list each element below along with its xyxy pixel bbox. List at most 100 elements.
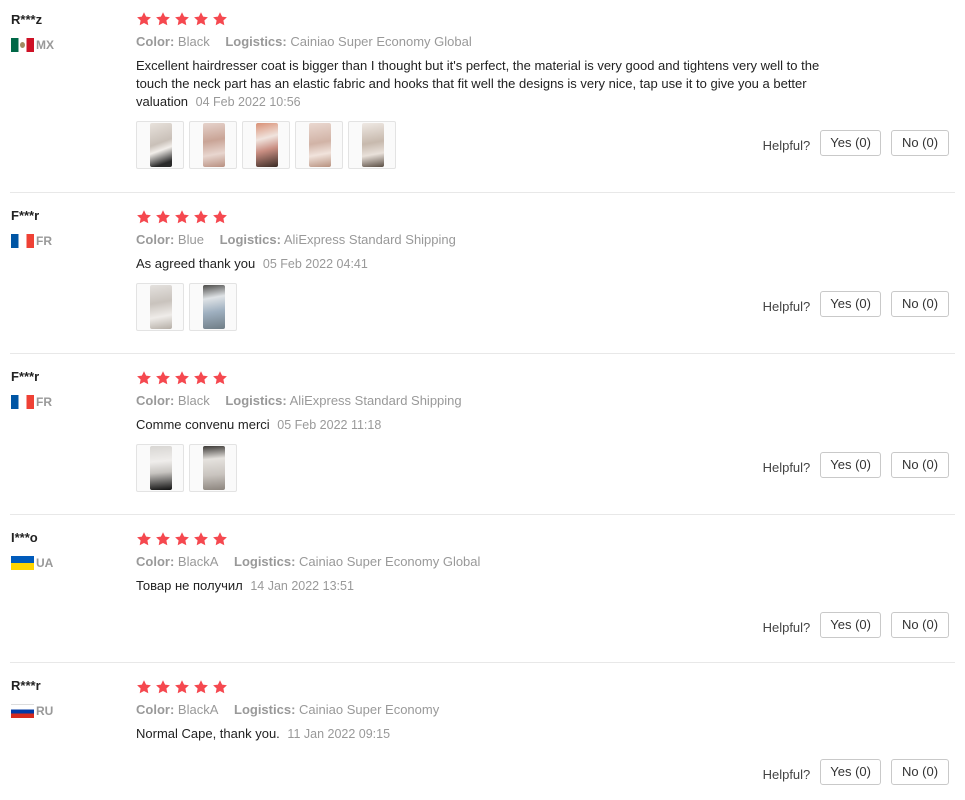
helpful-yes-button[interactable]: Yes (0)	[820, 130, 881, 156]
star-icon	[155, 209, 171, 225]
russia-flag-icon	[11, 704, 34, 718]
review-photo-thumbnail[interactable]	[189, 444, 237, 492]
review-photo-thumbnail[interactable]	[189, 121, 237, 169]
country-code: UA	[36, 556, 54, 570]
logistics-label: Logistics:	[225, 393, 287, 408]
logistics-value: Cainiao Super Economy Global	[290, 34, 472, 49]
review-meta: Color: Black Logistics: AliExpress Stand…	[136, 392, 836, 410]
star-icon	[212, 531, 228, 547]
review-meta: Color: Blue Logistics: AliExpress Standa…	[136, 231, 836, 249]
helpful-label: Helpful?	[762, 619, 811, 635]
star-rating	[136, 530, 836, 548]
review-item: F***r FR Color: Black Logistics: AliExpr…	[10, 354, 955, 515]
reviewer-country: UA	[11, 556, 121, 570]
helpful-yes-button[interactable]: Yes (0)	[820, 612, 881, 638]
color-value: Black	[177, 34, 210, 49]
color-label: Color:	[136, 702, 175, 717]
reviewer-info: I***o UA	[11, 530, 121, 570]
helpful-vote: Helpful? Yes (0) No (0)	[763, 130, 949, 156]
mexico-flag-icon	[11, 38, 34, 52]
star-icon	[193, 370, 209, 386]
reviewer-info: F***r FR	[11, 208, 121, 248]
star-icon	[136, 679, 152, 695]
reviewer-country: MX	[11, 38, 121, 52]
helpful-label: Helpful?	[762, 298, 811, 314]
review-item: R***r RU Color: BlackA Logistics: Cainia…	[10, 663, 955, 800]
star-icon	[136, 370, 152, 386]
helpful-no-button[interactable]: No (0)	[891, 759, 949, 785]
star-icon	[212, 679, 228, 695]
review-body: Color: Black Logistics: Cainiao Super Ec…	[136, 10, 836, 169]
helpful-vote: Helpful? Yes (0) No (0)	[763, 759, 949, 785]
review-photos	[136, 283, 836, 331]
helpful-yes-button[interactable]: Yes (0)	[820, 291, 881, 317]
star-icon	[193, 679, 209, 695]
color-value: Blue	[177, 232, 204, 247]
logistics-value: AliExpress Standard Shipping	[283, 232, 456, 247]
reviewer-info: F***r FR	[11, 369, 121, 409]
logistics-label: Logistics:	[234, 702, 296, 717]
star-icon	[212, 209, 228, 225]
logistics-value: AliExpress Standard Shipping	[289, 393, 462, 408]
reviewer-info: R***z MX	[11, 12, 121, 52]
helpful-label: Helpful?	[762, 137, 811, 153]
ukraine-flag-icon	[11, 556, 34, 570]
color-value: BlackA	[177, 554, 219, 569]
color-value: Black	[177, 393, 210, 408]
review-item: I***o UA Color: BlackA Logistics: Cainia…	[10, 515, 955, 663]
star-icon	[155, 11, 171, 27]
color-label: Color:	[136, 554, 175, 569]
country-code: FR	[36, 234, 52, 248]
reviewer-name: R***z	[11, 12, 43, 27]
star-icon	[212, 11, 228, 27]
reviewer-name: F***r	[11, 208, 40, 223]
review-photo-thumbnail[interactable]	[136, 444, 184, 492]
review-photo-thumbnail[interactable]	[136, 121, 184, 169]
review-photos	[136, 444, 836, 492]
review-text: Excellent hairdresser coat is bigger tha…	[136, 57, 836, 111]
helpful-yes-button[interactable]: Yes (0)	[820, 452, 881, 478]
france-flag-icon	[11, 395, 34, 409]
logistics-label: Logistics:	[219, 232, 281, 247]
review-text: Comme convenu merci 05 Feb 2022 11:18	[136, 416, 836, 434]
logistics-label: Logistics:	[225, 34, 287, 49]
helpful-no-button[interactable]: No (0)	[891, 612, 949, 638]
review-content: As agreed thank you	[136, 256, 256, 271]
review-photo-thumbnail[interactable]	[136, 283, 184, 331]
helpful-no-button[interactable]: No (0)	[891, 452, 949, 478]
color-value: BlackA	[177, 702, 219, 717]
star-icon	[174, 679, 190, 695]
star-icon	[136, 531, 152, 547]
helpful-label: Helpful?	[762, 459, 811, 475]
country-code: MX	[36, 38, 54, 52]
star-icon	[155, 679, 171, 695]
star-icon	[155, 531, 171, 547]
review-meta: Color: BlackA Logistics: Cainiao Super E…	[136, 701, 836, 719]
reviewer-name: F***r	[11, 369, 40, 384]
review-date: 05 Feb 2022 04:41	[262, 257, 368, 271]
helpful-no-button[interactable]: No (0)	[891, 130, 949, 156]
review-list: R***z MX Color: Black Logistics: Cainiao…	[0, 0, 965, 800]
color-label: Color:	[136, 34, 175, 49]
star-icon	[174, 209, 190, 225]
review-photo-thumbnail[interactable]	[242, 121, 290, 169]
reviewer-info: R***r RU	[11, 678, 121, 718]
reviewer-country: RU	[11, 704, 121, 718]
star-icon	[174, 370, 190, 386]
star-icon	[136, 209, 152, 225]
review-date: 04 Feb 2022 10:56	[195, 95, 301, 109]
helpful-yes-button[interactable]: Yes (0)	[820, 759, 881, 785]
reviewer-country: FR	[11, 395, 121, 409]
star-icon	[193, 209, 209, 225]
logistics-value: Cainiao Super Economy	[299, 702, 440, 717]
review-photo-thumbnail[interactable]	[295, 121, 343, 169]
review-photo-thumbnail[interactable]	[348, 121, 396, 169]
helpful-vote: Helpful? Yes (0) No (0)	[763, 452, 949, 478]
review-photo-thumbnail[interactable]	[189, 283, 237, 331]
logistics-label: Logistics:	[234, 554, 296, 569]
star-icon	[193, 11, 209, 27]
star-rating	[136, 10, 836, 28]
helpful-no-button[interactable]: No (0)	[891, 291, 949, 317]
review-text: As agreed thank you 05 Feb 2022 04:41	[136, 255, 836, 273]
country-code: FR	[36, 395, 52, 409]
